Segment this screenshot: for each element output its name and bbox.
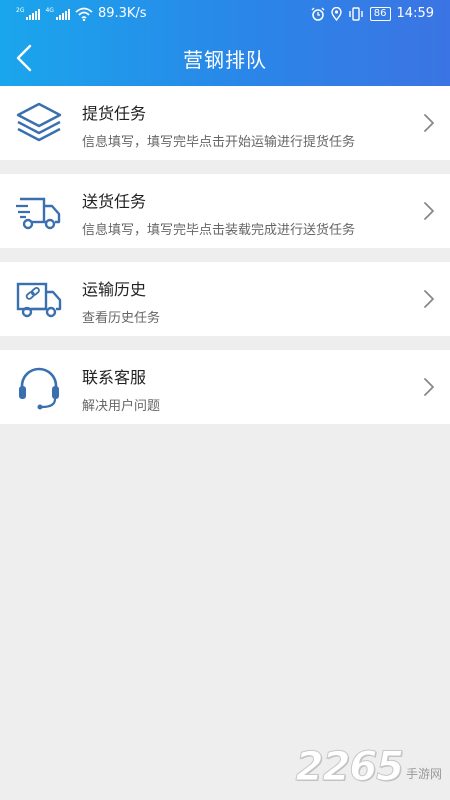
truck-link-icon xyxy=(16,282,62,318)
menu-list: 提货任务 信息填写，填写完毕点击开始运输进行提货任务 送货任务 信息填写，填写完… xyxy=(0,86,450,424)
menu-item-contact-support[interactable]: 联系客服 解决用户问题 xyxy=(0,350,450,424)
menu-item-title: 提货任务 xyxy=(82,104,147,123)
wifi-icon xyxy=(75,7,93,21)
signal-icon-1: 2G xyxy=(16,7,41,20)
app-header: 2G 4G 89.3K/s 86 14:59 营钢排队 xyxy=(0,0,450,86)
chevron-right-icon xyxy=(424,290,434,308)
chevron-right-icon xyxy=(424,378,434,396)
status-bar: 2G 4G 89.3K/s 86 14:59 xyxy=(0,0,450,30)
chevron-right-icon xyxy=(424,114,434,132)
menu-item-delivery-task[interactable]: 送货任务 信息填写，填写完毕点击装载完成进行送货任务 xyxy=(0,174,450,248)
menu-item-transport-history[interactable]: 运输历史 查看历史任务 xyxy=(0,262,450,336)
menu-item-pickup-task[interactable]: 提货任务 信息填写，填写完毕点击开始运输进行提货任务 xyxy=(0,86,450,160)
chevron-right-icon xyxy=(424,202,434,220)
delivery-truck-icon xyxy=(16,197,61,230)
divider xyxy=(0,160,450,174)
location-icon xyxy=(331,6,342,21)
signal-icon-2: 4G xyxy=(45,7,70,20)
page-title: 营钢排队 xyxy=(183,48,267,72)
divider xyxy=(0,336,450,350)
battery-icon: 86 xyxy=(369,6,391,21)
watermark-number: 2265 xyxy=(295,744,404,791)
menu-item-subtitle: 查看历史任务 xyxy=(82,311,161,326)
headset-icon xyxy=(19,367,59,410)
menu-item-title: 送货任务 xyxy=(82,192,147,211)
menu-item-subtitle: 信息填写，填写完毕点击开始运输进行提货任务 xyxy=(82,135,356,150)
divider xyxy=(0,248,450,262)
layers-icon xyxy=(16,102,62,142)
alarm-icon xyxy=(311,7,325,21)
vibrate-icon xyxy=(349,6,363,21)
clock: 14:59 xyxy=(396,6,434,21)
menu-item-subtitle: 信息填写，填写完毕点击装载完成进行送货任务 xyxy=(82,223,356,238)
menu-item-title: 联系客服 xyxy=(82,368,147,387)
watermark: 2265 手游网 xyxy=(295,744,442,791)
menu-item-title: 运输历史 xyxy=(82,280,147,299)
network-speed: 89.3K/s xyxy=(97,6,147,21)
menu-item-subtitle: 解决用户问题 xyxy=(82,399,161,414)
title-bar: 营钢排队 xyxy=(0,30,450,86)
watermark-text: 手游网 xyxy=(405,767,442,781)
